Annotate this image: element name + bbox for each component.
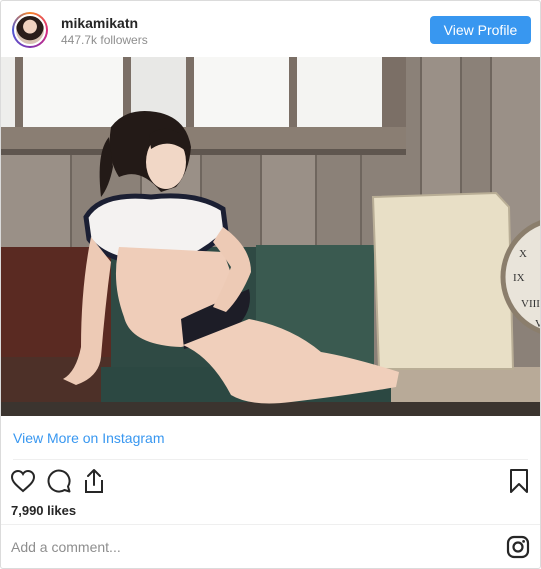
heart-icon[interactable] <box>9 467 37 495</box>
action-bar <box>1 463 540 499</box>
bookmark-icon[interactable] <box>505 467 533 495</box>
instagram-embed-card: mikamikatn 447.7k followers View Profile <box>0 0 541 569</box>
svg-text:VIII: VIII <box>521 298 540 310</box>
follower-count: 447.7k followers <box>61 33 148 47</box>
post-photo[interactable]: IX X VIII VII <box>1 57 540 416</box>
avatar-image <box>14 14 46 46</box>
comment-input[interactable] <box>11 533 481 561</box>
divider <box>1 524 540 525</box>
like-count: 7,990 likes <box>11 503 77 518</box>
svg-text:IX: IX <box>513 272 525 284</box>
share-icon[interactable] <box>80 467 108 495</box>
svg-text:VII: VII <box>535 318 540 330</box>
avatar[interactable] <box>12 12 48 48</box>
post-header: mikamikatn 447.7k followers View Profile <box>1 1 540 57</box>
username[interactable]: mikamikatn <box>61 15 138 31</box>
divider <box>13 459 528 460</box>
comment-bubble-icon[interactable] <box>45 467 73 495</box>
view-more-on-instagram-link[interactable]: View More on Instagram <box>13 430 164 446</box>
view-profile-button[interactable]: View Profile <box>430 16 531 44</box>
svg-text:X: X <box>519 248 527 260</box>
instagram-logo-icon[interactable] <box>506 535 530 559</box>
